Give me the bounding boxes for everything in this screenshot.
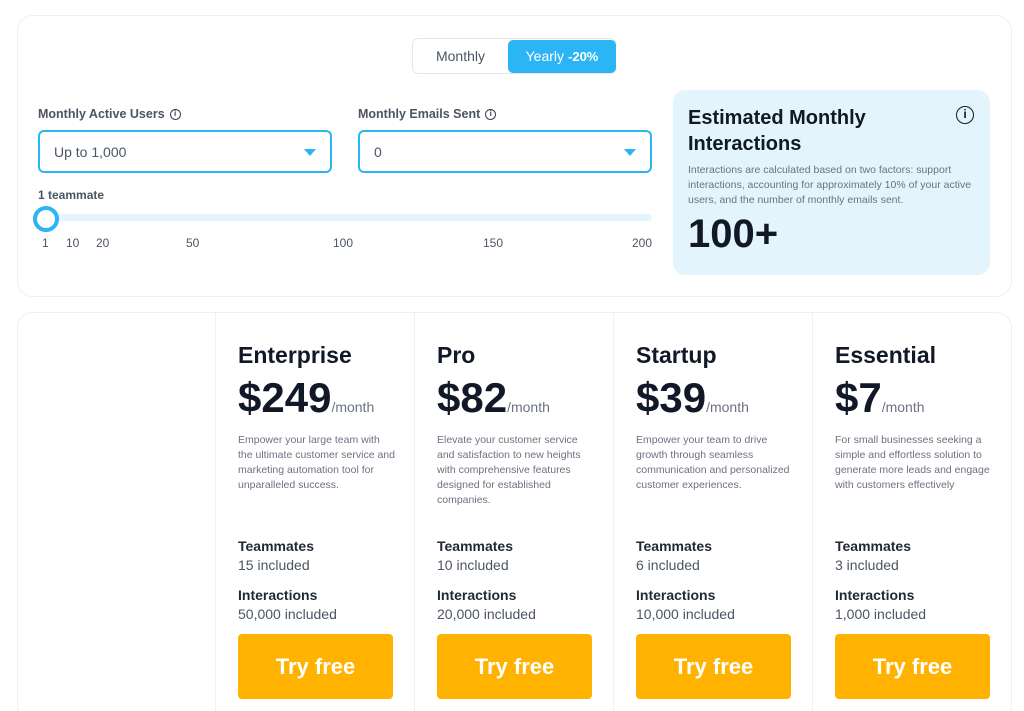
plan-card-pro: Pro $82/month Elevate your customer serv… bbox=[414, 312, 614, 711]
slider-tick: 50 bbox=[186, 236, 200, 250]
plan-name: Pro bbox=[437, 342, 476, 368]
yearly-label: Yearly bbox=[525, 48, 565, 64]
emails-field-label-text: Monthly Emails Sent bbox=[358, 107, 481, 121]
plan-name: Essential bbox=[835, 342, 936, 368]
plan-card-startup: Startup $39/month Empower your team to d… bbox=[613, 312, 813, 711]
teammates-slider-label: 1 teammate bbox=[38, 188, 105, 202]
estimate-description: Interactions are calculated based on two… bbox=[688, 164, 972, 206]
users-select-value: Up to 1,000 bbox=[54, 144, 127, 160]
try-free-button[interactable]: Try free bbox=[437, 634, 592, 699]
plan-price-amount: $7 bbox=[835, 374, 882, 421]
slider-tick: 150 bbox=[483, 236, 504, 250]
teammates-value: 15 included bbox=[238, 557, 310, 573]
teammates-slider-track[interactable] bbox=[38, 214, 652, 221]
info-icon[interactable]: i bbox=[956, 106, 974, 124]
emails-select[interactable]: 0 bbox=[358, 130, 652, 173]
slider-tick: 10 bbox=[66, 236, 80, 250]
teammates-value: 6 included bbox=[636, 557, 700, 573]
estimate-card: Estimated Monthly Interactions i Interac… bbox=[673, 90, 990, 275]
plan-description: Empower your large team with the ultimat… bbox=[238, 434, 395, 491]
users-field-label-text: Monthly Active Users bbox=[38, 107, 165, 121]
plan-price: $82/month bbox=[437, 374, 550, 422]
plan-description: Empower your team to drive growth throug… bbox=[636, 434, 790, 491]
monthly-option[interactable]: Monthly bbox=[413, 39, 508, 73]
slider-tick: 200 bbox=[632, 236, 653, 250]
plan-price-period: /month bbox=[881, 399, 925, 415]
plan-description: For small businesses seeking a simple an… bbox=[835, 434, 990, 491]
interactions-label: Interactions bbox=[636, 587, 716, 603]
yearly-option[interactable]: Yearly -20% bbox=[508, 40, 616, 73]
info-icon[interactable]: i bbox=[485, 108, 497, 120]
plan-price: $249/month bbox=[238, 374, 374, 422]
plan-price-amount: $82 bbox=[437, 374, 508, 421]
users-select[interactable]: Up to 1,000 bbox=[38, 130, 332, 173]
teammates-value: 10 included bbox=[437, 557, 509, 573]
teammates-label: Teammates bbox=[835, 538, 912, 554]
plan-price: $39/month bbox=[636, 374, 749, 422]
teammates-label: Teammates bbox=[437, 538, 514, 554]
try-free-button[interactable]: Try free bbox=[636, 634, 791, 699]
interactions-value: 50,000 included bbox=[238, 606, 337, 622]
yearly-discount-badge: -20% bbox=[568, 49, 599, 64]
interactions-value: 20,000 included bbox=[437, 606, 536, 622]
plan-price-amount: $39 bbox=[636, 374, 707, 421]
estimate-title: Estimated Monthly Interactions bbox=[688, 107, 866, 155]
interactions-value: 10,000 included bbox=[636, 606, 735, 622]
interactions-label: Interactions bbox=[437, 587, 517, 603]
plan-price: $7/month bbox=[835, 374, 925, 422]
estimate-value: 100+ bbox=[688, 212, 779, 256]
interactions-value: 1,000 included bbox=[835, 606, 927, 622]
billing-toggle: Monthly Yearly -20% bbox=[412, 38, 616, 74]
interactions-label: Interactions bbox=[238, 587, 318, 603]
emails-select-value: 0 bbox=[374, 144, 382, 160]
teammates-value: 3 included bbox=[835, 557, 899, 573]
plan-card-essential: Essential $7/month For small businesses … bbox=[812, 312, 1012, 711]
try-free-button[interactable]: Try free bbox=[835, 634, 990, 699]
try-free-button[interactable]: Try free bbox=[238, 634, 393, 699]
plan-description: Elevate your customer service and satisf… bbox=[437, 434, 581, 506]
slider-tick: 1 bbox=[42, 236, 49, 250]
chevron-down-icon bbox=[624, 149, 636, 156]
slider-tick: 20 bbox=[96, 236, 110, 250]
teammates-label: Teammates bbox=[636, 538, 713, 554]
plan-card-enterprise: Enterprise $249/month Empower your large… bbox=[215, 312, 415, 711]
teammates-slider-thumb[interactable] bbox=[33, 206, 59, 232]
interactions-label: Interactions bbox=[835, 587, 915, 603]
teammates-label: Teammates bbox=[238, 538, 315, 554]
plan-price-amount: $249 bbox=[238, 374, 332, 421]
plan-price-period: /month bbox=[706, 399, 749, 415]
users-field-label: Monthly Active Users i bbox=[38, 107, 181, 121]
plan-name: Enterprise bbox=[238, 342, 352, 368]
plan-price-period: /month bbox=[331, 399, 375, 415]
plan-price-period: /month bbox=[507, 399, 550, 415]
emails-field-label: Monthly Emails Sent i bbox=[358, 107, 497, 121]
slider-tick: 100 bbox=[333, 236, 354, 250]
plan-name: Startup bbox=[636, 342, 717, 368]
chevron-down-icon bbox=[304, 149, 316, 156]
info-icon[interactable]: i bbox=[169, 108, 181, 120]
